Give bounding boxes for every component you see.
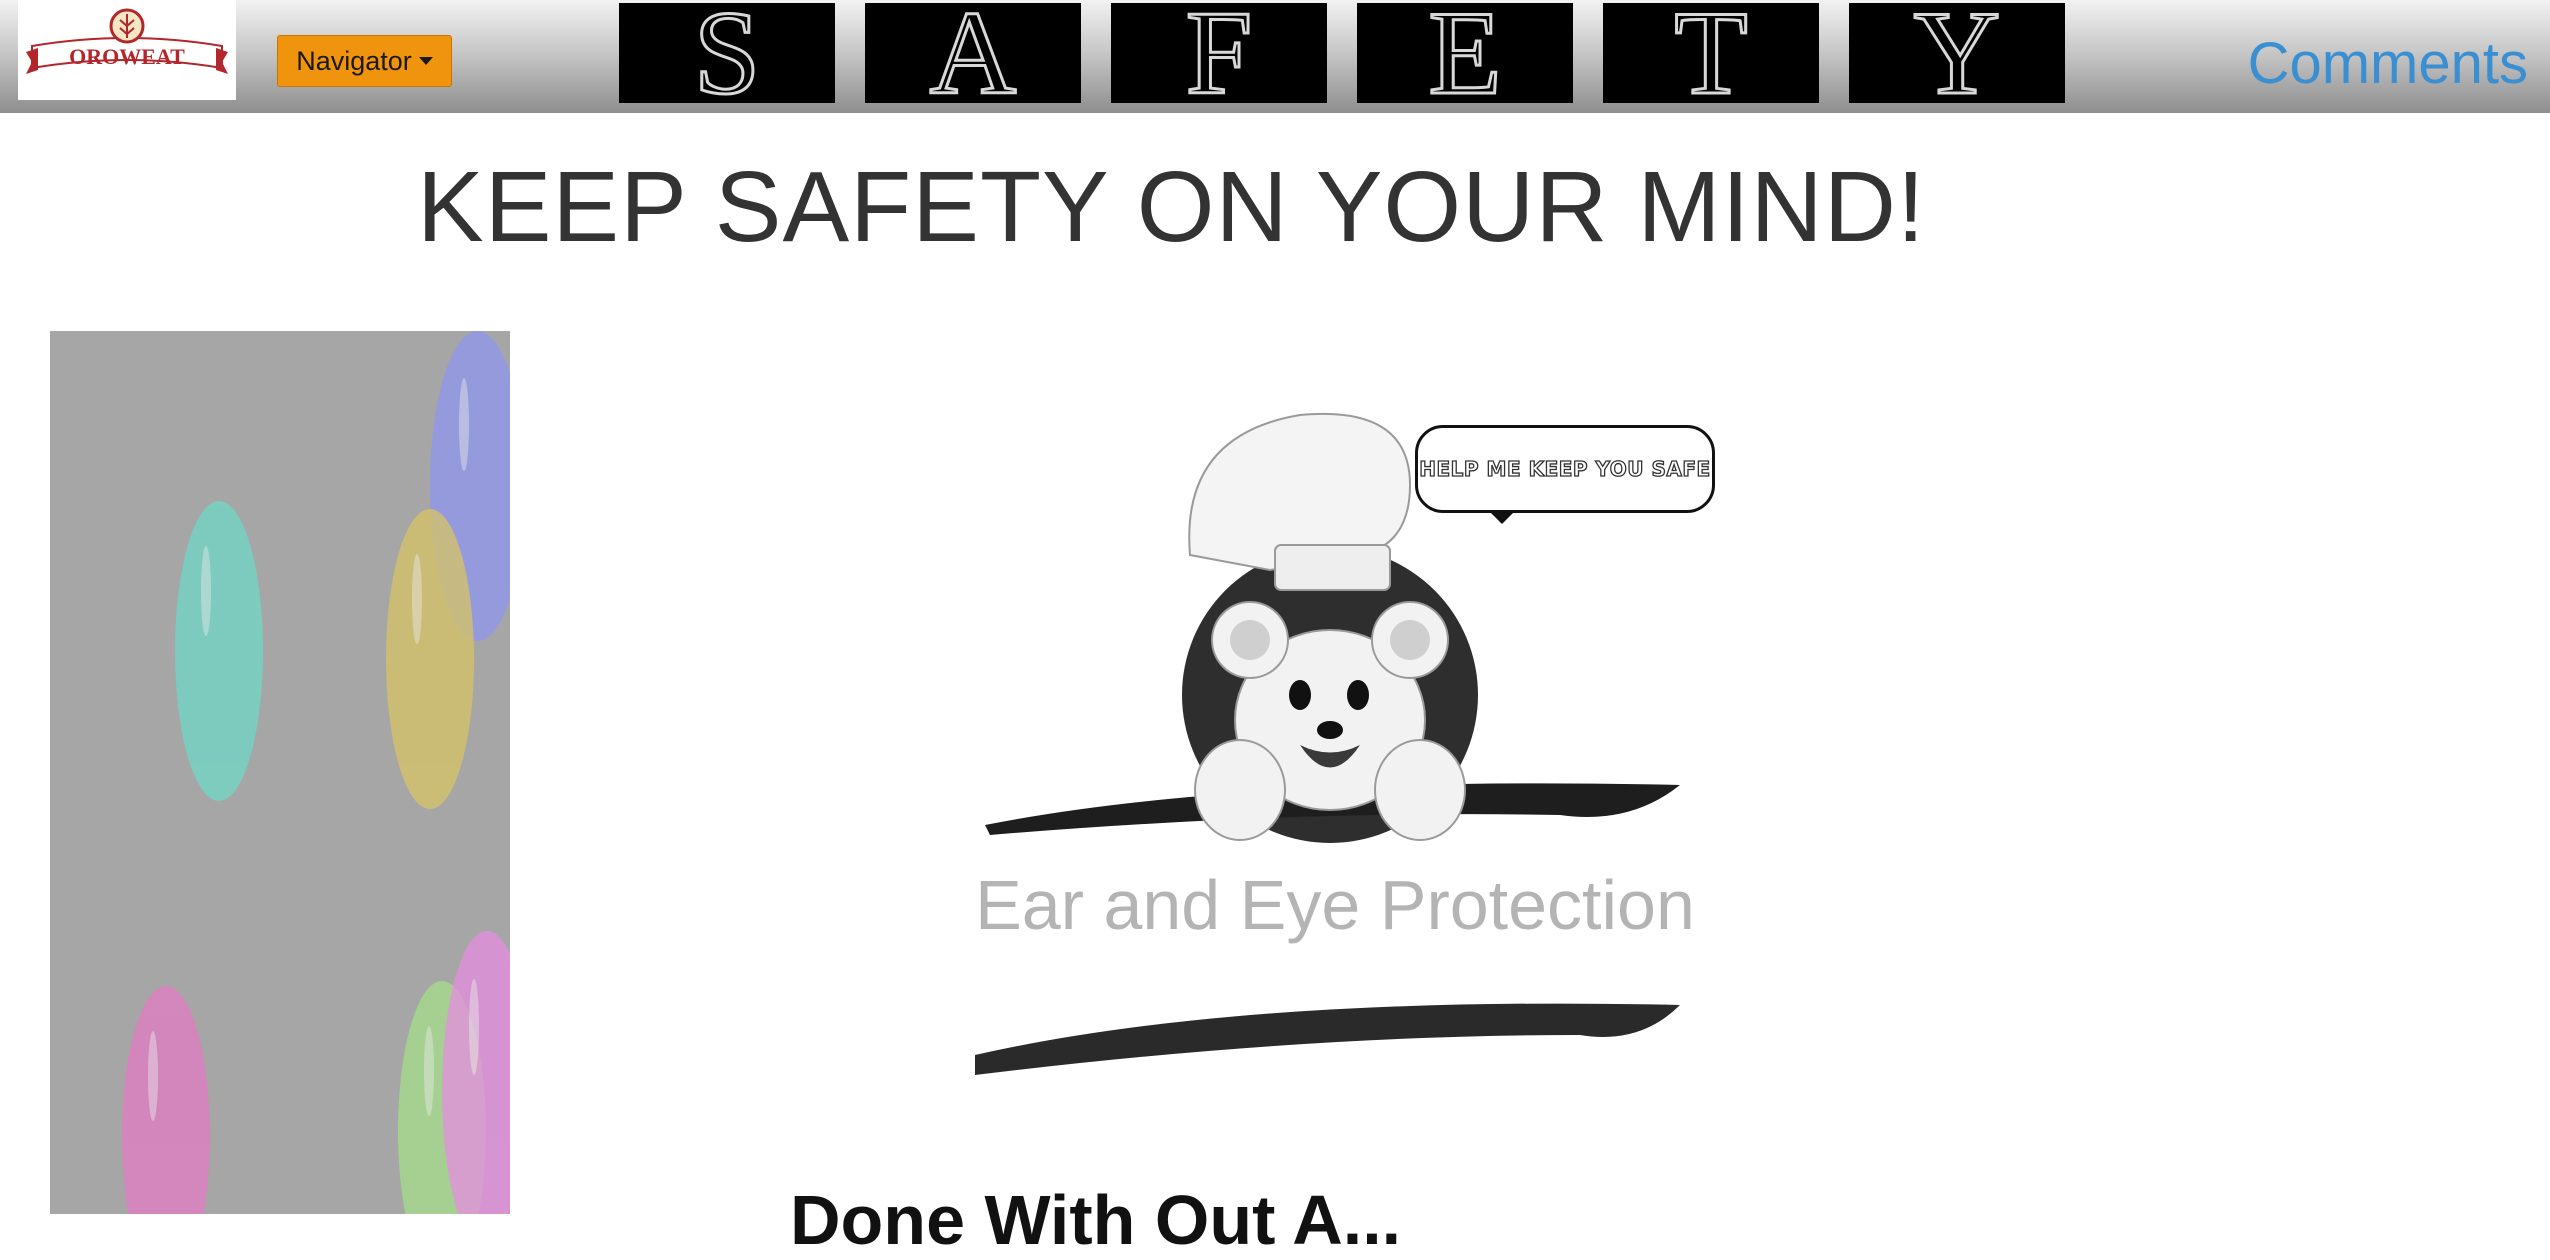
- speech-bubble-text: HELP ME KEEP YOU SAFE: [1419, 456, 1711, 481]
- oroweat-logo-icon[interactable]: OROWEAT: [18, 0, 236, 100]
- banner-tile-s: S: [619, 3, 835, 103]
- banner-letter: T: [1674, 3, 1747, 103]
- logo-text: OROWEAT: [69, 44, 185, 69]
- balloon-side-panel: [50, 331, 510, 1214]
- caret-down-icon: [418, 57, 433, 65]
- banner-tile-e: E: [1357, 3, 1573, 103]
- banner-letter: E: [1428, 3, 1501, 103]
- balloon-icon: [122, 986, 210, 1214]
- banner-tile-f: F: [1111, 3, 1327, 103]
- mascot-caption: Ear and Eye Protection: [975, 866, 1695, 944]
- oroweat-logo-graphic: OROWEAT: [26, 8, 228, 74]
- speech-bubble: HELP ME KEEP YOU SAFE: [1415, 425, 1715, 524]
- banner-letter: S: [694, 3, 761, 103]
- balloon-icon: [386, 509, 474, 809]
- section-heading: Done With Out A...: [790, 1181, 1402, 1259]
- balloon-icon: [442, 931, 510, 1214]
- mascot-illustration: HELP ME KEEP YOU SAFE Ear and Eye Protec…: [940, 395, 1730, 1095]
- safety-banner: S A F E T Y: [619, 3, 2065, 103]
- comments-link[interactable]: Comments: [2248, 30, 2528, 97]
- balloon-icon: [175, 501, 263, 801]
- banner-letter: F: [1186, 3, 1253, 103]
- banner-tile-a: A: [865, 3, 1081, 103]
- banner-tile-t: T: [1603, 3, 1819, 103]
- banner-letter: Y: [1914, 3, 2001, 103]
- navigator-dropdown-button[interactable]: Navigator: [277, 35, 452, 87]
- page-title: KEEP SAFETY ON YOUR MIND!: [417, 151, 1926, 263]
- banner-tile-y: Y: [1849, 3, 2065, 103]
- navigator-label: Navigator: [296, 45, 412, 76]
- top-navbar: OROWEAT Navigator S A F E T Y Comments: [0, 0, 2550, 113]
- banner-letter: A: [930, 3, 1017, 103]
